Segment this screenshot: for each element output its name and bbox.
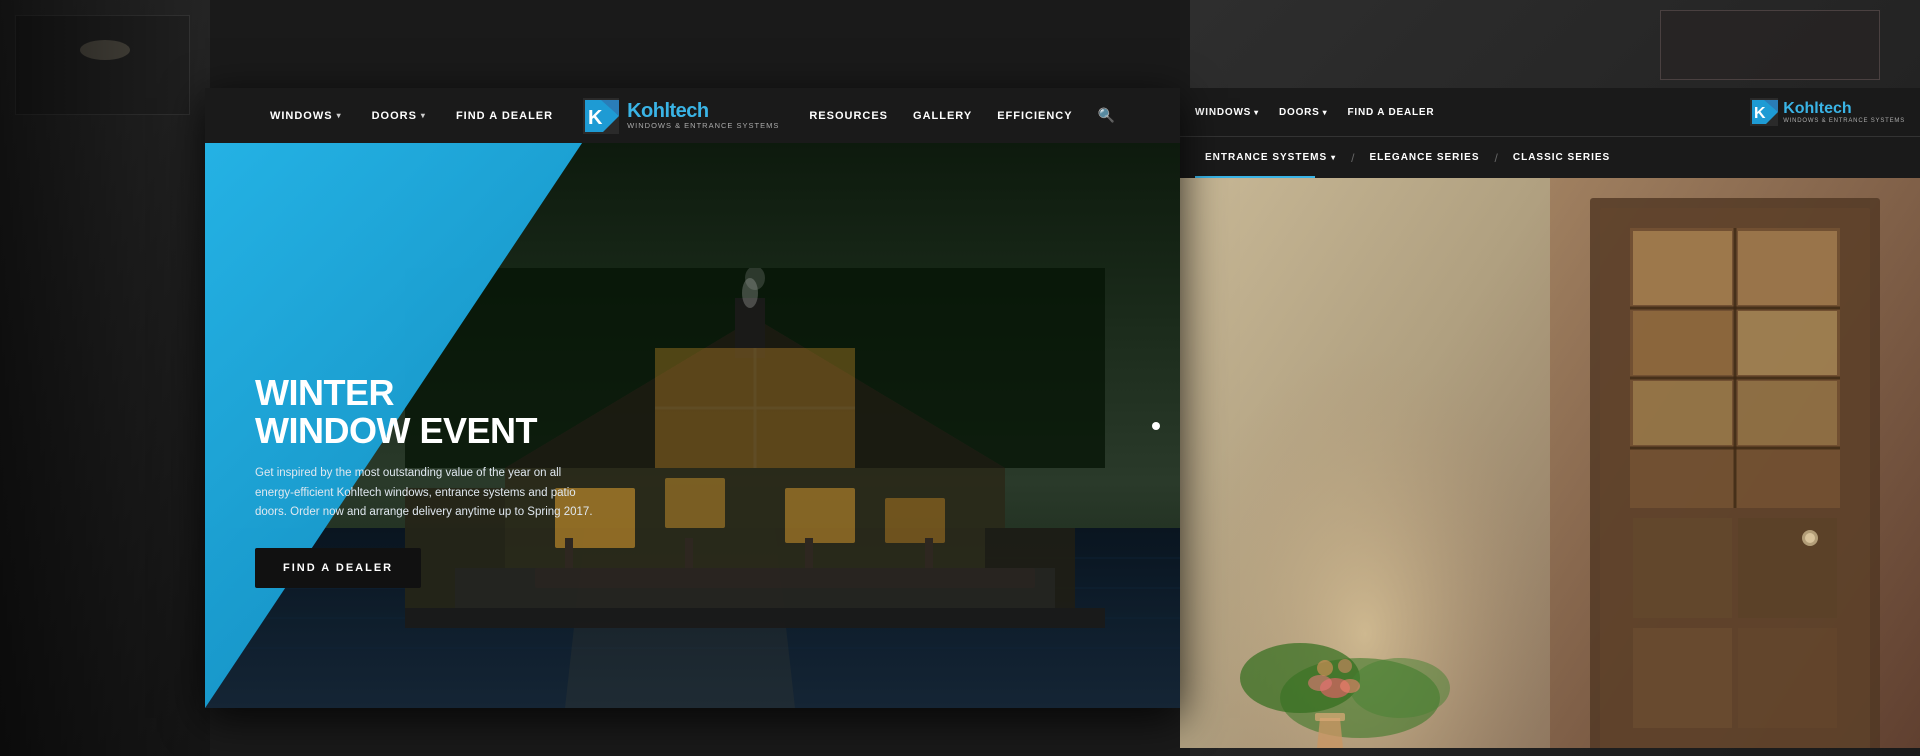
right-nav-doors-arrow: ▾ [1323,108,1328,117]
nav-find-dealer[interactable]: FIND A DEALER [456,110,553,122]
main-nav: WINDOWS ▾ DOORS ▾ FIND A DEALER K Kohlte… [205,88,1180,143]
nav-right-group: RESOURCES GALLERY EFFICIENCY 🔍 [809,107,1115,124]
search-icon[interactable]: 🔍 [1098,107,1115,124]
right-nav-doors-label: DOORS [1279,107,1320,118]
nav-resources[interactable]: RESOURCES [809,110,888,122]
logo-name: Kohltech [627,100,779,122]
right-nav-find-dealer-label: FIND A DEALER [1347,107,1434,118]
subnav-classic-series[interactable]: CLASSIC SERIES [1503,146,1620,169]
hero-section: WINTER WINDOW EVENT Get inspired by the … [205,143,1180,708]
nav-efficiency[interactable]: EFFICIENCY [997,110,1072,122]
right-subnav: ENTRANCE SYSTEMS ▾ / ELEGANCE SERIES / C… [1180,136,1920,178]
subnav-classic-label: CLASSIC SERIES [1513,152,1610,163]
right-room-header [1180,0,1920,88]
hero-description: Get inspired by the most outstanding val… [255,464,595,523]
right-logo-tagline: Windows & Entrance Systems [1783,118,1905,125]
logo-icon: K [583,98,619,134]
nav-doors-arrow: ▾ [421,111,426,120]
subnav-entrance-systems[interactable]: ENTRANCE SYSTEMS ▾ [1195,146,1346,169]
hero-title-line1: WINTER [255,374,595,412]
door-right-svg [1550,178,1920,748]
right-nav-windows[interactable]: WINDOWS ▾ [1195,107,1259,118]
nav-efficiency-label: EFFICIENCY [997,110,1072,122]
slide-dot-1[interactable] [1152,422,1160,430]
hero-title: WINTER WINDOW EVENT [255,374,595,450]
nav-windows-label: WINDOWS [270,110,333,122]
logo-tagline: Windows & Entrance Systems [627,122,779,130]
hero-title-line2: WINDOW EVENT [255,412,595,450]
hero-content: WINTER WINDOW EVENT Get inspired by the … [255,374,595,588]
logo-name-prefix: Kohl [627,100,669,122]
subnav-divider-2: / [1495,151,1498,165]
right-logo-suffix: tech [1819,100,1852,117]
subnav-elegance-series[interactable]: ELEGANCE SERIES [1359,146,1489,169]
subnav-elegance-label: ELEGANCE SERIES [1369,152,1479,163]
door-panel-left [1180,178,1550,748]
nav-gallery[interactable]: GALLERY [913,110,972,122]
door-panels [1180,178,1920,748]
subnav-entrance-arrow: ▾ [1331,153,1336,162]
main-website: WINDOWS ▾ DOORS ▾ FIND A DEALER K Kohlte… [205,88,1180,708]
right-nav-windows-label: WINDOWS [1195,107,1251,118]
door-panel-right [1550,178,1920,748]
logo-text: Kohltech Windows & Entrance Systems [627,100,779,130]
subnav-divider-1: / [1351,151,1354,165]
right-nav: WINDOWS ▾ DOORS ▾ FIND A DEALER K Kohlte… [1180,88,1920,136]
nav-gallery-label: GALLERY [913,110,972,122]
right-logo-prefix: Kohl [1783,100,1819,117]
right-nav-windows-arrow: ▾ [1254,108,1259,117]
right-logo-icon: K [1750,98,1778,126]
logo[interactable]: K Kohltech Windows & Entrance Systems [583,98,779,134]
door-left-svg [1180,178,1550,748]
nav-windows[interactable]: WINDOWS ▾ [270,110,342,122]
nav-windows-arrow: ▾ [337,111,342,120]
svg-text:K: K [588,107,603,129]
slide-dots [1152,422,1160,430]
svg-text:K: K [1754,105,1766,122]
nav-find-dealer-label: FIND A DEALER [456,110,553,122]
right-panel: WINDOWS ▾ DOORS ▾ FIND A DEALER K Kohlte… [1180,88,1920,748]
nav-doors-label: DOORS [372,110,417,122]
logo-name-suffix: tech [670,100,709,122]
right-logo[interactable]: K Kohltech Windows & Entrance Systems [1750,98,1905,126]
nav-resources-label: RESOURCES [809,110,888,122]
right-door-content [1180,178,1920,748]
right-ceiling-detail [1660,10,1880,80]
right-nav-doors[interactable]: DOORS ▾ [1279,107,1328,118]
nav-left-group: WINDOWS ▾ DOORS ▾ FIND A DEALER [270,110,553,122]
nav-doors[interactable]: DOORS ▾ [372,110,426,122]
left-shadow [0,0,210,756]
right-logo-name: Kohltech [1783,100,1905,118]
find-dealer-button[interactable]: FIND A DEALER [255,548,421,588]
right-logo-text: Kohltech Windows & Entrance Systems [1783,100,1905,124]
subnav-entrance-label: ENTRANCE SYSTEMS [1205,152,1327,163]
right-nav-find-dealer[interactable]: FIND A DEALER [1347,107,1434,118]
